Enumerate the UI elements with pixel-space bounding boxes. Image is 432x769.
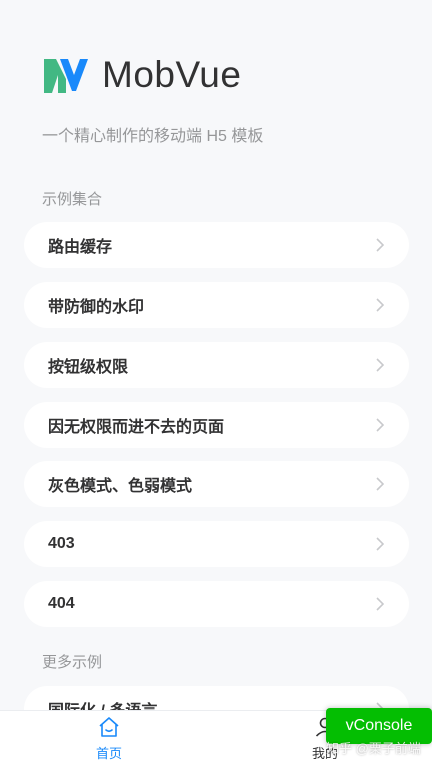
chevron-right-icon [376,238,385,252]
example-item-label: 404 [48,595,75,612]
example-item-label: 因无权限而进不去的页面 [48,419,225,436]
example-item-label: 带防御的水印 [48,299,145,316]
chevron-right-icon [376,477,385,491]
example-item-no-permission-page[interactable]: 因无权限而进不去的页面 [24,402,409,448]
chevron-right-icon [376,537,385,551]
example-item-button-permission[interactable]: 按钮级权限 [24,342,409,388]
example-item-403[interactable]: 403 [24,521,409,567]
example-item-route-cache[interactable]: 路由缓存 [24,222,409,268]
tab-home[interactable]: 首页 [86,715,132,762]
example-item-watermark[interactable]: 带防御的水印 [24,282,409,328]
app-subtitle: 一个精心制作的移动端 H5 模板 [42,128,264,145]
watermark-text: 知乎 @栗子前端 [326,741,421,756]
example-item-grey-mode[interactable]: 灰色模式、色弱模式 [24,461,409,507]
example-item-label: 403 [48,535,75,552]
tab-home-label: 首页 [95,746,122,761]
home-icon [99,717,119,737]
app-title: MobVue [102,54,242,95]
chevron-right-icon [376,358,385,372]
example-item-label: 路由缓存 [48,239,113,256]
chevron-right-icon [376,418,385,432]
section-title-examples: 示例集合 [42,191,103,208]
example-item-label: 按钮级权限 [48,359,129,376]
example-item-label: 灰色模式、色弱模式 [48,478,193,495]
mobvue-logo [44,59,88,93]
chevron-right-icon [376,298,385,312]
example-item-404[interactable]: 404 [24,581,409,627]
chevron-right-icon [376,597,385,611]
section-title-more-examples: 更多示例 [42,654,103,671]
app-header: MobVue [42,54,241,96]
